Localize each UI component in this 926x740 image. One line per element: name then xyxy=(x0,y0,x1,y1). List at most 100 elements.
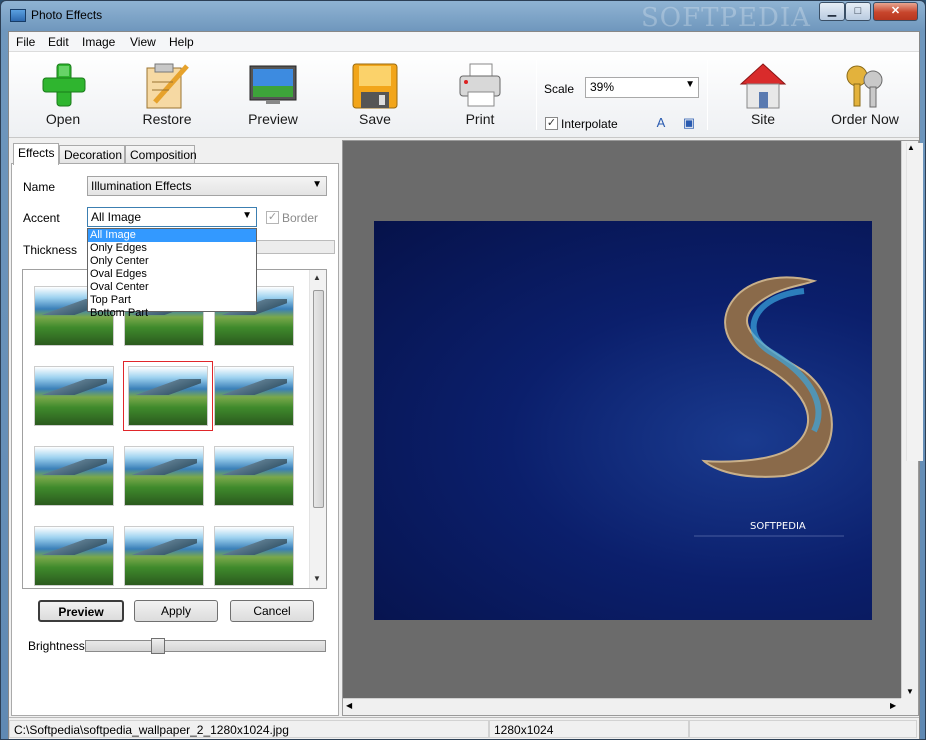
menu-edit[interactable]: Edit xyxy=(48,35,69,49)
accent-option[interactable]: Oval Edges xyxy=(88,268,256,281)
menu-help[interactable]: Help xyxy=(169,35,194,49)
preview-effect-button[interactable]: Preview xyxy=(38,600,124,622)
scroll-left-icon[interactable]: ◀ xyxy=(346,701,352,710)
restore-label: Restore xyxy=(142,111,192,127)
order-now-label: Order Now xyxy=(831,111,899,127)
page-icon[interactable]: ▣ xyxy=(681,115,697,131)
effect-thumbnail-selected[interactable] xyxy=(123,361,213,431)
preview-icon xyxy=(249,65,297,104)
chevron-down-icon: ▼ xyxy=(242,210,252,221)
app-window: Photo Effects SOFTPEDIA ▁ □ ✕ File Edit … xyxy=(0,0,926,740)
order-keys-icon xyxy=(846,65,883,108)
thumbnail-scrollbar[interactable]: ▲ ▼ xyxy=(309,270,326,588)
title-bar[interactable]: Photo Effects SOFTPEDIA ▁ □ ✕ xyxy=(1,1,925,33)
scroll-corner xyxy=(901,698,918,715)
interpolate-checkbox[interactable]: ✓ xyxy=(545,117,558,130)
chevron-down-icon: ▼ xyxy=(685,79,695,90)
accent-value: All Image xyxy=(91,210,142,224)
cancel-button[interactable]: Cancel xyxy=(230,600,314,622)
save-floppy-icon xyxy=(352,63,398,109)
site-button[interactable]: Site xyxy=(727,52,799,138)
order-now-button[interactable]: Order Now xyxy=(821,52,909,138)
open-button[interactable]: Open xyxy=(27,52,99,138)
scroll-up-icon[interactable]: ▲ xyxy=(906,143,923,461)
text-tool-icon[interactable]: A xyxy=(653,115,669,131)
save-label: Save xyxy=(359,111,391,127)
name-label: Name xyxy=(23,180,56,194)
status-file-path: C:\Softpedia\softpedia_wallpaper_2_1280x… xyxy=(9,720,489,738)
accent-option[interactable]: Only Center xyxy=(88,255,256,268)
scale-select[interactable]: 39% ▼ xyxy=(585,77,699,98)
status-empty xyxy=(689,720,917,738)
chevron-down-icon: ▼ xyxy=(312,179,322,190)
site-house-icon xyxy=(739,63,787,109)
brightness-slider[interactable] xyxy=(85,638,326,654)
image-brand-text: SOFTPEDIA xyxy=(750,521,806,532)
tab-decoration[interactable]: Decoration xyxy=(59,145,125,164)
interpolate-label: Interpolate xyxy=(561,117,618,131)
print-label: Print xyxy=(465,111,495,127)
print-button[interactable]: Print xyxy=(444,52,516,138)
tab-composition[interactable]: Composition xyxy=(125,145,197,164)
open-plus-icon xyxy=(42,63,86,107)
name-value: Illumination Effects xyxy=(91,179,192,193)
effect-thumbnail[interactable] xyxy=(214,366,294,426)
effect-thumbnail[interactable] xyxy=(34,446,114,506)
brightness-slider-knob[interactable] xyxy=(151,638,165,654)
save-button[interactable]: Save xyxy=(339,52,411,138)
thickness-label: Thickness xyxy=(23,243,78,257)
brightness-label: Brightness xyxy=(28,639,85,653)
menu-view[interactable]: View xyxy=(130,35,156,49)
status-bar: C:\Softpedia\softpedia_wallpaper_2_1280x… xyxy=(9,717,919,739)
app-icon xyxy=(10,9,26,22)
preview-label: Preview xyxy=(248,111,298,127)
restore-button[interactable]: Restore xyxy=(129,52,205,138)
effect-thumbnail[interactable] xyxy=(34,366,114,426)
scale-label: Scale xyxy=(544,82,575,96)
restore-icon xyxy=(146,63,189,109)
accent-select[interactable]: All Image ▼ xyxy=(87,207,257,227)
canvas-vertical-scrollbar[interactable]: ▲ ▼ xyxy=(901,141,923,700)
effect-thumbnail[interactable] xyxy=(124,526,204,586)
apply-button[interactable]: Apply xyxy=(134,600,218,622)
scroll-down-icon[interactable]: ▼ xyxy=(906,687,914,696)
effect-thumbnail[interactable] xyxy=(214,446,294,506)
client-area: File Edit Image View Help Open Restore P… xyxy=(8,31,923,739)
border-checkbox[interactable]: ✓ xyxy=(266,211,279,224)
accent-option[interactable]: All Image xyxy=(88,229,256,242)
close-button[interactable]: ✕ xyxy=(873,2,918,21)
toolbar-separator-2 xyxy=(707,60,708,130)
preview-image: SOFTPEDIA xyxy=(374,221,872,620)
island-artwork: SOFTPEDIA xyxy=(694,276,844,537)
window-title: Photo Effects xyxy=(31,8,103,22)
image-canvas-area[interactable]: SOFTPEDIA ▲ ▼ ◀ ▶ xyxy=(342,140,923,716)
preview-button[interactable]: Preview xyxy=(235,52,311,138)
canvas-horizontal-scrollbar[interactable]: ◀ ▶ xyxy=(343,698,902,715)
effect-thumbnail[interactable] xyxy=(124,446,204,506)
scroll-up-icon[interactable]: ▲ xyxy=(313,273,321,282)
menu-file[interactable]: File xyxy=(16,35,35,49)
maximize-button[interactable]: □ xyxy=(845,2,871,21)
status-image-size: 1280x1024 xyxy=(489,720,689,738)
minimize-button[interactable]: ▁ xyxy=(819,2,845,21)
accent-option[interactable]: Only Edges xyxy=(88,242,256,255)
title-watermark: SOFTPEDIA xyxy=(641,3,811,33)
toolbar: Open Restore Preview Save Print Scale 39… xyxy=(9,52,919,138)
scroll-down-icon[interactable]: ▼ xyxy=(313,574,321,583)
effect-thumbnail[interactable] xyxy=(214,526,294,586)
menu-bar: File Edit Image View Help xyxy=(9,32,919,52)
scale-value: 39% xyxy=(590,80,615,94)
toolbar-separator xyxy=(536,60,537,130)
name-select[interactable]: Illumination Effects ▼ xyxy=(87,176,327,196)
tab-effects[interactable]: Effects xyxy=(13,143,59,165)
scroll-right-icon[interactable]: ▶ xyxy=(890,701,896,710)
accent-option[interactable]: Oval Center xyxy=(88,281,256,294)
effect-thumbnail[interactable] xyxy=(34,526,114,586)
menu-image[interactable]: Image xyxy=(82,35,115,49)
accent-option[interactable]: Top Part xyxy=(88,294,256,307)
site-label: Site xyxy=(750,111,776,127)
accent-option[interactable]: Bottom Part xyxy=(88,307,256,320)
scrollbar-thumb[interactable] xyxy=(313,290,324,508)
print-icon xyxy=(459,63,501,107)
accent-dropdown-list[interactable]: All Image Only Edges Only Center Oval Ed… xyxy=(87,228,257,319)
